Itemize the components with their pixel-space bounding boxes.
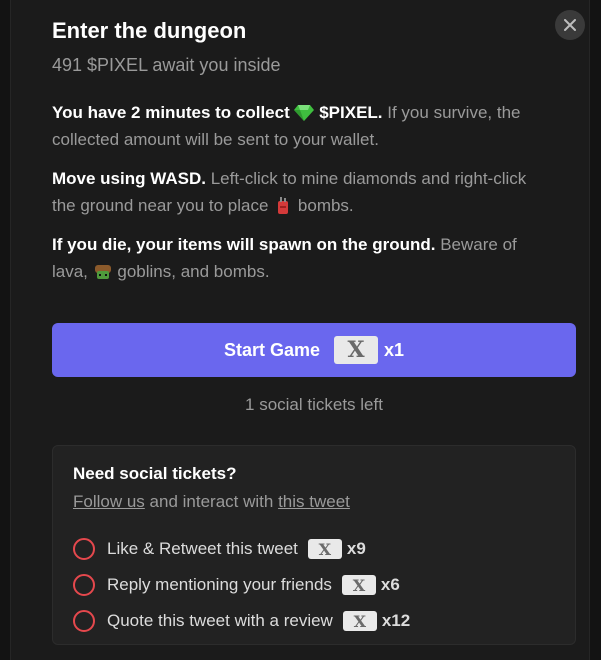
social-sub-text: and interact with bbox=[149, 492, 274, 511]
dungeon-modal: Enter the dungeon 491 $PIXEL await you i… bbox=[10, 0, 590, 660]
instruction-death: If you die, your items will spawn on the… bbox=[52, 231, 552, 285]
start-game-button[interactable]: Start Game X x1 bbox=[52, 323, 576, 377]
instruction-death-highlight: If you die, your items will spawn on the… bbox=[52, 235, 436, 254]
task-label: Reply mentioning your friends bbox=[107, 575, 332, 594]
task-label: Quote this tweet with a review bbox=[107, 611, 333, 630]
task-like-retweet[interactable]: Like & Retweet this tweet X x9 bbox=[73, 538, 366, 560]
x-ticket-icon: X bbox=[342, 611, 377, 631]
instruction-collect: You have 2 minutes to collect $PIXEL. If… bbox=[52, 99, 552, 153]
task-reply-friends[interactable]: Reply mentioning your friends X x6 bbox=[73, 574, 400, 596]
bomb-icon bbox=[278, 197, 289, 214]
goblin-icon bbox=[94, 265, 111, 279]
close-icon bbox=[564, 19, 576, 31]
task-label: Like & Retweet this tweet bbox=[107, 539, 298, 558]
task-status-radio[interactable] bbox=[73, 610, 95, 632]
modal-title: Enter the dungeon bbox=[52, 18, 247, 43]
x-ticket-icon: X bbox=[334, 336, 378, 364]
social-tickets-panel: Need social tickets? Follow us and inter… bbox=[52, 445, 576, 645]
follow-us-link[interactable]: Follow us bbox=[73, 492, 145, 511]
ticket-reward: x12 bbox=[381, 611, 411, 630]
instruction-controls-highlight: Move using WASD. bbox=[52, 169, 206, 188]
x-ticket-icon: X bbox=[307, 539, 342, 559]
instruction-death-threats: goblins, and bombs. bbox=[117, 262, 270, 281]
start-game-label: Start Game bbox=[223, 339, 320, 360]
social-tickets-instructions: Follow us and interact with this tweet bbox=[73, 492, 350, 512]
modal-subtitle: 491 $PIXEL await you inside bbox=[52, 55, 281, 75]
ticket-reward: x6 bbox=[380, 575, 400, 594]
task-status-radio[interactable] bbox=[73, 538, 95, 560]
this-tweet-link[interactable]: this tweet bbox=[278, 492, 350, 511]
diamond-icon bbox=[294, 105, 315, 121]
close-button[interactable] bbox=[555, 10, 585, 40]
instruction-collect-highlight: You have 2 minutes to collect bbox=[52, 103, 290, 122]
x-ticket-icon: X bbox=[341, 575, 376, 595]
social-tickets-title: Need social tickets? bbox=[73, 464, 237, 483]
ticket-cost: x1 bbox=[384, 339, 405, 360]
instruction-controls: Move using WASD. Left-click to mine diam… bbox=[52, 165, 552, 219]
task-quote-review[interactable]: Quote this tweet with a review X x12 bbox=[73, 610, 410, 632]
tickets-left-status: 1 social tickets left bbox=[245, 395, 383, 414]
pixel-token-label: $PIXEL. bbox=[319, 103, 383, 122]
task-status-radio[interactable] bbox=[73, 574, 95, 596]
ticket-reward: x9 bbox=[346, 539, 366, 558]
instruction-controls-bombs: bombs. bbox=[297, 196, 354, 215]
